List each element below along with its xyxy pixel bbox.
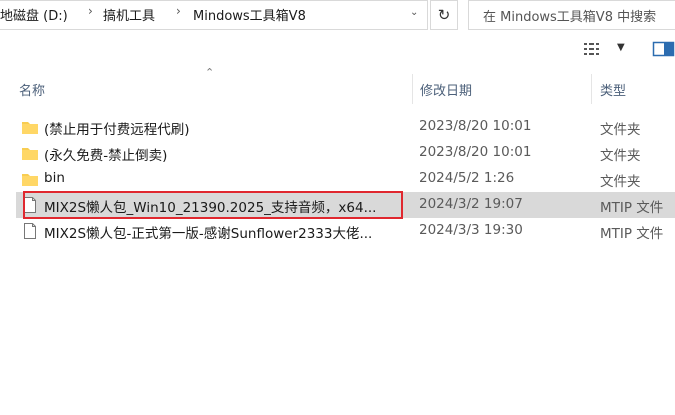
file-type: 文件夹 (600, 148, 641, 164)
refresh-icon: ↻ (437, 6, 451, 24)
file-type: 文件夹 (600, 174, 641, 190)
refresh-button[interactable]: ↻ (430, 0, 458, 30)
preview-pane-icon[interactable] (652, 40, 675, 58)
chevron-down-icon[interactable]: ⌄ (410, 7, 418, 18)
file-date: 2024/5/2 1:26 (419, 170, 515, 186)
search-input[interactable]: 在 Mindows工具箱V8 中搜索 (468, 0, 675, 30)
file-name: bin (44, 170, 65, 186)
file-icon (24, 223, 36, 239)
file-date: 2023/8/20 10:01 (419, 144, 532, 160)
column-header-date[interactable]: 修改日期 (420, 80, 472, 99)
file-date: 2024/3/3 19:30 (419, 222, 523, 238)
file-type: MTIP 文件 (600, 200, 664, 216)
highlight-annotation-box (23, 191, 403, 219)
details-view-icon[interactable] (583, 40, 605, 58)
list-item[interactable]: (永久免费-禁止倒卖) 2023/8/20 10:01 文件夹 (16, 140, 675, 166)
breadcrumb-folder[interactable]: 搞机工具 (103, 5, 155, 24)
breadcrumb-drive[interactable]: 地磁盘 (D:) (0, 5, 68, 24)
column-divider[interactable] (591, 74, 592, 104)
folder-icon (22, 174, 38, 186)
column-header-type[interactable]: 类型 (600, 80, 626, 99)
search-placeholder: 在 Mindows工具箱V8 中搜索 (483, 10, 657, 25)
chevron-right-icon[interactable]: › (176, 4, 181, 18)
file-name: (禁止用于付费远程代刷) (44, 122, 190, 138)
file-date: 2023/8/20 10:01 (419, 118, 532, 134)
address-bar[interactable]: 地磁盘 (D:) › 搞机工具 › Mindows工具箱V8 ⌄ (0, 0, 428, 30)
view-options-chevron-icon[interactable]: ▼ (617, 42, 625, 53)
file-type: 文件夹 (600, 122, 641, 138)
list-item[interactable]: (禁止用于付费远程代刷) 2023/8/20 10:01 文件夹 (16, 114, 675, 140)
folder-icon (22, 148, 38, 160)
file-name: MIX2S懒人包-正式第一版-感谢Sunflower2333大佬... (44, 226, 373, 242)
column-divider[interactable] (412, 74, 413, 104)
chevron-right-icon[interactable]: › (88, 4, 93, 18)
file-type: MTIP 文件 (600, 226, 664, 242)
column-header-name[interactable]: 名称 (19, 80, 45, 99)
list-item[interactable]: bin 2024/5/2 1:26 文件夹 (16, 166, 675, 192)
breadcrumb-current[interactable]: Mindows工具箱V8 (193, 5, 306, 24)
list-item[interactable]: MIX2S懒人包-正式第一版-感谢Sunflower2333大佬... 2024… (16, 218, 675, 244)
folder-icon (22, 122, 38, 134)
sort-ascending-icon: ⌃ (205, 66, 215, 79)
file-name: (永久免费-禁止倒卖) (44, 148, 168, 164)
file-date: 2024/3/2 19:07 (419, 196, 523, 212)
